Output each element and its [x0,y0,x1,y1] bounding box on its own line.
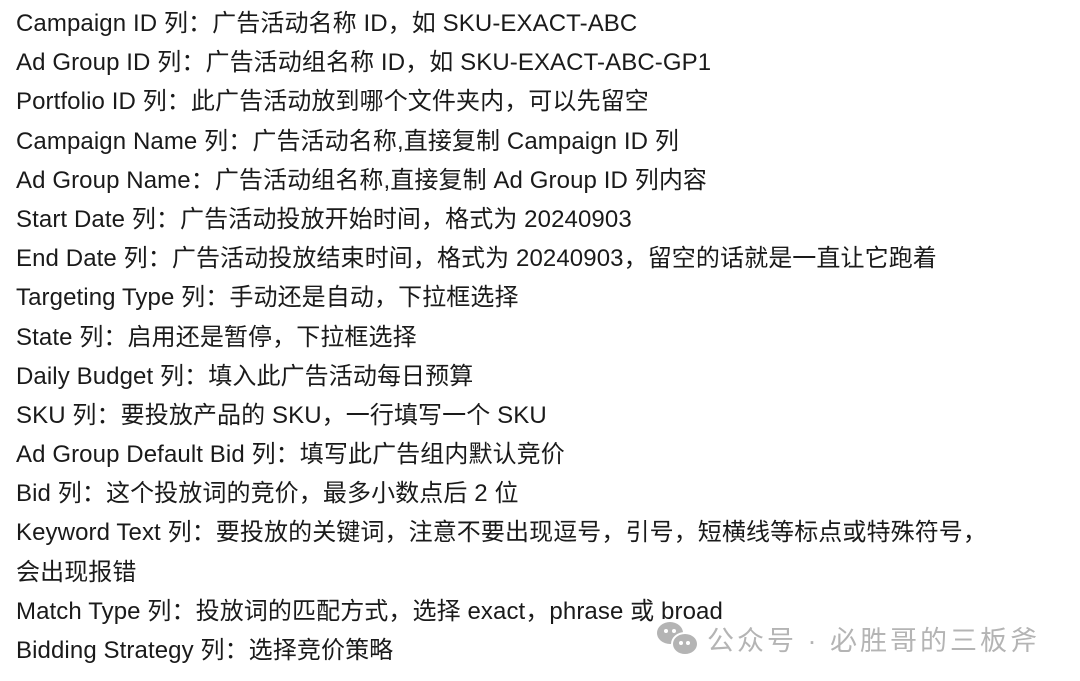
watermark: 公众号 · 必胜哥的三板斧 [655,618,1040,658]
line-campaign-name: Campaign Name 列：广告活动名称,直接复制 Campaign ID … [16,122,1080,161]
field-description: 列：要投放产品的 SKU，一行填写一个 SKU [65,401,547,429]
line-keyword-text-continued: 会出现报错 [16,553,1080,592]
field-name: Bidding Strategy [16,637,194,664]
field-name: Campaign ID [16,10,158,37]
field-description: 列：投放词的匹配方式，选择 exact，phrase 或 broad [140,597,723,625]
line-end-date: End Date 列：广告活动投放结束时间，格式为 20240903，留空的话就… [16,239,1080,278]
field-name: Match Type [16,597,141,625]
watermark-text: 公众号 · 必胜哥的三板斧 [707,625,1040,656]
field-name: Bid [16,480,51,508]
field-description: 列：广告活动投放开始时间，格式为 20240903 [125,205,632,233]
field-description: ：广告活动组名称,直接复制 Ad Group ID 列内容 [190,166,708,194]
field-name: Start Date [16,205,126,233]
field-description: 列：广告活动名称,直接复制 Campaign ID 列 [197,127,679,155]
field-description: 列：填写此广告组内默认竞价 [244,441,565,469]
field-name: Ad Group ID [16,49,151,77]
line-ad-group-name: Ad Group Name：广告活动组名称,直接复制 Ad Group ID 列… [16,161,1080,200]
wechat-icon [655,620,701,656]
field-name: End Date [16,245,117,273]
field-description: 列：广告活动组名称 ID，如 SKU-EXACT-ABC-GP1 [150,49,712,77]
field-description: 列：此广告活动放到哪个文件夹内，可以先留空 [135,88,649,116]
field-description: 会出现报错 [16,558,137,586]
line-bid: Bid 列：这个投放词的竞价，最多小数点后 2 位 [16,474,1080,513]
field-description: 列：手动还是自动，下拉框选择 [174,284,519,312]
field-description: 列：广告活动名称 ID，如 SKU-EXACT-ABC [157,10,638,37]
field-description: 列：要投放的关键词，注意不要出现逗号，引号，短横线等标点或特殊符号， [160,519,987,547]
field-name: State [16,323,73,351]
field-name: Campaign Name [16,127,198,155]
line-sku: SKU 列：要投放产品的 SKU，一行填写一个 SKU [16,396,1080,435]
field-name: Ad Group Name [16,166,191,194]
line-start-date: Start Date 列：广告活动投放开始时间，格式为 20240903 [16,200,1080,239]
line-campaign-id: Campaign ID 列：广告活动名称 ID，如 SKU-EXACT-ABC [16,4,1080,43]
field-name: Daily Budget [16,362,154,390]
line-ad-group-default-bid: Ad Group Default Bid 列：填写此广告组内默认竞价 [16,435,1080,474]
line-portfolio-id: Portfolio ID 列：此广告活动放到哪个文件夹内，可以先留空 [16,82,1080,121]
field-description: 列：广告活动投放结束时间，格式为 20240903，留空的话就是一直让它跑着 [116,245,937,273]
document-body: Campaign ID 列：广告活动名称 ID，如 SKU-EXACT-ABC … [16,4,1080,670]
field-description: 列：填入此广告活动每日预算 [153,362,474,390]
field-name: Ad Group Default Bid [16,441,245,469]
field-name: Targeting Type [16,284,175,312]
line-daily-budget: Daily Budget 列：填入此广告活动每日预算 [16,357,1080,396]
line-targeting-type: Targeting Type 列：手动还是自动，下拉框选择 [16,278,1080,317]
field-description: 列：这个投放词的竞价，最多小数点后 2 位 [51,480,519,508]
field-description: 列：选择竞价策略 [193,637,394,664]
line-state: State 列：启用还是暂停，下拉框选择 [16,318,1080,357]
field-name: Keyword Text [16,519,161,547]
field-name: Portfolio ID [16,88,136,116]
field-name: SKU [16,401,66,429]
line-ad-group-id: Ad Group ID 列：广告活动组名称 ID，如 SKU-EXACT-ABC… [16,43,1080,82]
line-keyword-text: Keyword Text 列：要投放的关键词，注意不要出现逗号，引号，短横线等标… [16,513,1080,552]
field-description: 列：启用还是暂停，下拉框选择 [72,323,417,351]
